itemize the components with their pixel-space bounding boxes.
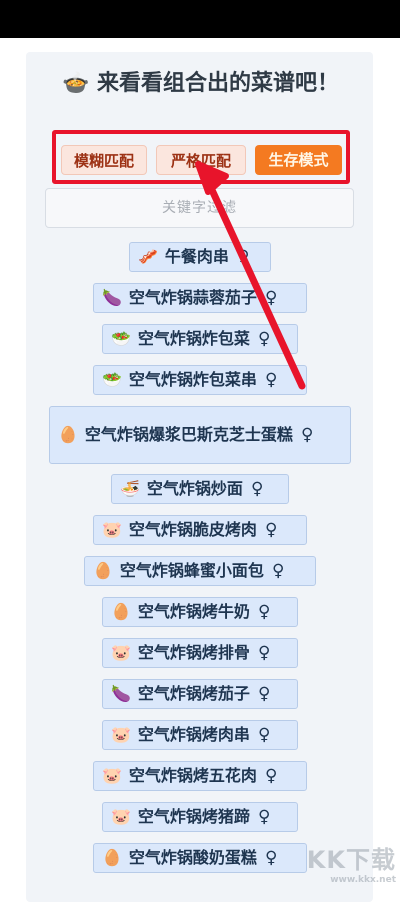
recipe-item[interactable]: 🥗 空气炸锅炸包菜 ♀: [102, 324, 298, 354]
watermark-url: www.kkx.net: [330, 875, 396, 885]
female-icon: ♀: [271, 561, 285, 581]
recipe-name: 空气炸锅炸包菜: [137, 329, 250, 348]
recipe-name: 空气炸锅烤牛奶: [137, 602, 250, 621]
recipe-item[interactable]: 🐷 空气炸锅烤五花肉 ♀: [93, 761, 307, 791]
recipe-name: 空气炸锅烤五花肉: [128, 766, 257, 785]
recipe-name: 空气炸锅烤猪蹄: [137, 807, 250, 826]
recipe-name: 空气炸锅炒面: [146, 479, 243, 498]
egg-icon: 🥚: [93, 561, 113, 580]
pig-icon: 🐷: [102, 766, 122, 785]
female-icon: ♀: [264, 370, 278, 390]
strict-match-button[interactable]: 严格匹配: [156, 145, 246, 175]
female-icon: ♀: [257, 684, 271, 704]
recipe-item[interactable]: 🍜 空气炸锅炒面 ♀: [111, 474, 289, 504]
egg-icon: 🥚: [58, 425, 78, 444]
recipe-name: 空气炸锅烤肉串: [137, 725, 250, 744]
female-icon: ♀: [264, 766, 278, 786]
recipe-name: 午餐肉串: [164, 247, 229, 266]
female-icon: ♀: [257, 643, 271, 663]
salad-icon: 🥗: [102, 370, 122, 389]
recipe-item[interactable]: 🥓 午餐肉串 ♀: [129, 242, 271, 272]
female-icon: ♀: [236, 247, 250, 267]
female-icon: ♀: [257, 807, 271, 827]
recipe-name: 空气炸锅脆皮烤肉: [128, 520, 257, 539]
recipe-name: 空气炸锅酸奶蛋糕: [128, 848, 257, 867]
recipe-name: 空气炸锅蒜蓉茄子: [128, 288, 257, 307]
recipe-item[interactable]: 🍆 空气炸锅烤茄子 ♀: [102, 679, 298, 709]
recipe-name: 空气炸锅烤排骨: [137, 643, 250, 662]
status-bar: [0, 0, 400, 38]
noodle-bowl-icon: 🍜: [120, 479, 140, 498]
recipe-item[interactable]: 🥚 空气炸锅蜂蜜小面包 ♀: [84, 556, 316, 586]
female-icon: ♀: [264, 288, 278, 308]
pig-icon: 🐷: [111, 725, 131, 744]
female-icon: ♀: [250, 479, 264, 499]
recipe-item[interactable]: 🥗 空气炸锅炸包菜串 ♀: [93, 365, 307, 395]
recipe-name: 空气炸锅炸包菜串: [128, 370, 257, 389]
female-icon: ♀: [257, 725, 271, 745]
female-icon: ♀: [257, 329, 271, 349]
watermark-brand: KK下载: [306, 846, 396, 874]
recipe-name: 空气炸锅烤茄子: [137, 684, 250, 703]
recipe-item[interactable]: 🥚 空气炸锅酸奶蛋糕 ♀: [93, 843, 307, 873]
egg-icon: 🥚: [102, 848, 122, 867]
recipe-item[interactable]: 🐷 空气炸锅烤猪蹄 ♀: [102, 802, 298, 832]
pig-icon: 🐷: [102, 520, 122, 539]
recipe-item[interactable]: 🐷 空气炸锅烤肉串 ♀: [102, 720, 298, 750]
page-title: 🍲 来看看组合出的菜谱吧！: [61, 70, 340, 96]
salad-icon: 🥗: [111, 329, 131, 348]
recipe-item[interactable]: 🐷 空气炸锅脆皮烤肉 ♀: [93, 515, 307, 545]
recipe-name: 空气炸锅蜂蜜小面包: [119, 561, 264, 580]
egg-icon: 🥚: [111, 602, 131, 621]
female-icon: ♀: [257, 602, 271, 622]
recipe-name: 空气炸锅爆浆巴斯克芝士蛋糕: [84, 425, 293, 444]
recipe-item[interactable]: 🍆 空气炸锅蒜蓉茄子 ♀: [93, 283, 307, 313]
watermark: KK下载 www.kkx.net: [307, 840, 396, 885]
female-icon: ♀: [264, 520, 278, 540]
fuzzy-match-button[interactable]: 模糊匹配: [61, 145, 147, 175]
survival-mode-button[interactable]: 生存模式: [255, 145, 342, 175]
eggplant-icon: 🍆: [111, 684, 131, 703]
eggplant-icon: 🍆: [102, 288, 122, 307]
female-icon: ♀: [300, 425, 314, 445]
pig-icon: 🐷: [111, 643, 131, 662]
recipe-item[interactable]: 🥚 空气炸锅烤牛奶 ♀: [102, 597, 298, 627]
bacon-icon: 🥓: [138, 247, 158, 266]
recipe-item[interactable]: 🥚 空气炸锅爆浆巴斯克芝士蛋糕 ♀: [49, 406, 351, 464]
keyword-filter-input[interactable]: 关键字过滤: [45, 188, 354, 228]
pig-icon: 🐷: [111, 807, 131, 826]
recipe-item[interactable]: 🐷 空气炸锅烤排骨 ♀: [102, 638, 298, 668]
female-icon: ♀: [264, 848, 278, 868]
